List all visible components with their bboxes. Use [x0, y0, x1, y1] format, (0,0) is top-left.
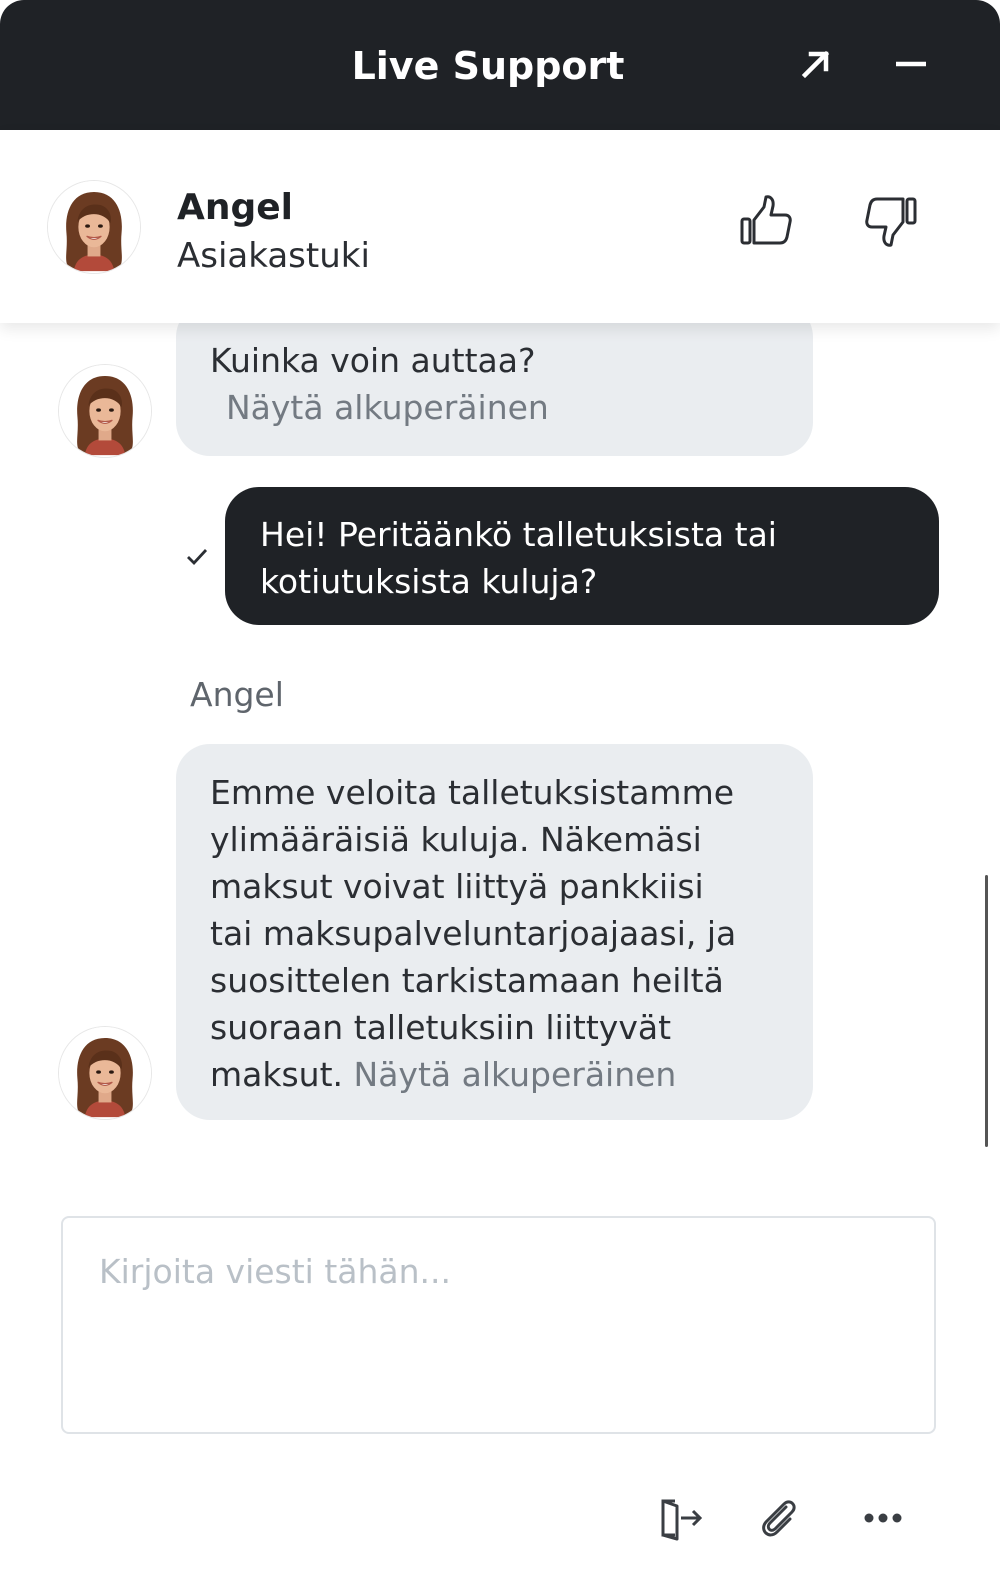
sender-name: Angel	[190, 675, 284, 714]
agent-message-bubble: Emme veloita talletuksistamme ylimääräis…	[176, 744, 813, 1120]
agent-avatar	[58, 1026, 152, 1120]
more-dots-icon	[860, 1495, 906, 1545]
checkmark-icon	[185, 545, 209, 573]
message-line: tai maksupalveluntarjoajaasi, ja	[210, 914, 737, 953]
message-text: Kuinka voin auttaa?	[210, 341, 536, 380]
thumbs-up-button[interactable]	[733, 190, 799, 256]
message-line: ylimääräisiä kuluja. Näkemäsi	[210, 820, 702, 859]
message-line: Hei! Peritäänkö talletuksista tai	[260, 515, 777, 554]
message-line: suoraan talletuksiin liittyvät	[210, 1008, 672, 1047]
message-input-box[interactable]	[61, 1216, 936, 1434]
thumbs-up-icon	[738, 193, 794, 253]
thumbs-down-button[interactable]	[858, 190, 924, 256]
more-options-button[interactable]	[857, 1494, 909, 1546]
thumbs-down-icon	[863, 193, 919, 253]
minimize-button[interactable]	[887, 40, 935, 92]
message-line-last: maksut. Näytä alkuperäinen	[210, 1051, 793, 1098]
message-line: Emme veloita talletuksistamme	[210, 773, 735, 812]
message-line: maksut.	[210, 1055, 344, 1094]
message-line: kotiutuksista kuluja?	[260, 562, 598, 601]
arrow-up-right-icon	[799, 47, 833, 85]
agent-message-bubble: Kuinka voin auttaa? Näytä alkuperäinen	[176, 323, 813, 456]
message-line: suosittelen tarkistamaan heiltä	[210, 961, 724, 1000]
end-chat-button[interactable]	[654, 1494, 706, 1546]
user-message-bubble: Hei! Peritäänkö talletuksista tai kotiut…	[225, 487, 939, 625]
agent-info-bar: Angel Asiakastuki	[0, 130, 1000, 323]
agent-avatar	[58, 364, 152, 458]
minimize-icon	[894, 47, 928, 85]
show-original-link[interactable]: Näytä alkuperäinen	[354, 1055, 677, 1094]
message-line: maksut voivat liittyä pankkiisi	[210, 867, 704, 906]
agent-role: Asiakastuki	[177, 236, 370, 276]
message-input[interactable]	[99, 1252, 899, 1402]
chat-header: Live Support	[0, 0, 1000, 130]
paperclip-icon	[756, 1495, 802, 1545]
popout-button[interactable]	[792, 40, 840, 92]
message-list[interactable]: Kuinka voin auttaa? Näytä alkuperäinen H…	[0, 323, 1000, 1173]
show-original-link[interactable]: Näytä alkuperäinen	[210, 384, 779, 431]
exit-door-icon	[657, 1495, 703, 1545]
scrollbar[interactable]	[985, 875, 988, 1147]
agent-avatar	[47, 180, 141, 274]
attach-button[interactable]	[753, 1494, 805, 1546]
agent-name: Angel	[177, 187, 294, 228]
